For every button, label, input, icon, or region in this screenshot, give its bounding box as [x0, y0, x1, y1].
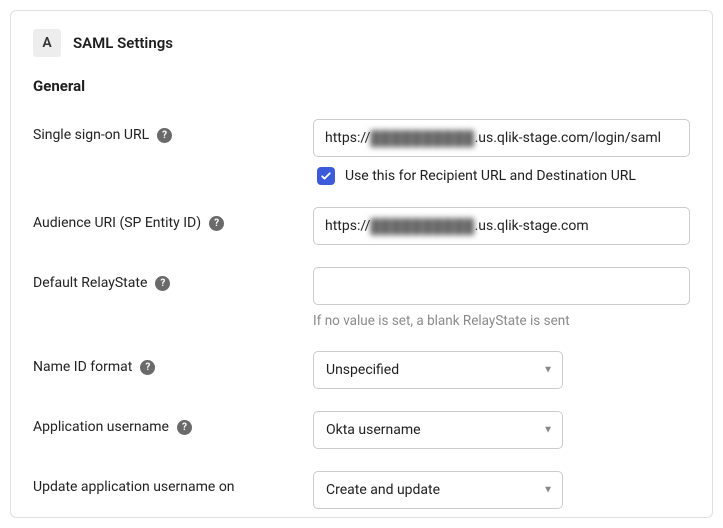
label-update-on-text: Update application username on [33, 479, 235, 495]
row-update-on: Update application username on Create an… [33, 471, 690, 509]
app-username-value: Okta username [326, 422, 421, 438]
label-sso-url-text: Single sign-on URL [33, 127, 149, 143]
name-id-format-value: Unspecified [326, 362, 399, 378]
check-icon [320, 170, 332, 182]
row-audience-uri: Audience URI (SP Entity ID) ? https://██… [33, 207, 690, 245]
update-on-value: Create and update [326, 482, 440, 498]
help-icon[interactable]: ? [155, 276, 170, 291]
name-id-format-select[interactable]: Unspecified [313, 351, 563, 389]
relay-state-input[interactable] [313, 267, 690, 305]
label-relay-state-text: Default RelayState [33, 275, 147, 291]
audience-uri-input[interactable] [313, 207, 690, 245]
label-app-username-text: Application username [33, 419, 169, 435]
section-title-general: General [33, 77, 690, 95]
sso-url-checkbox-row: Use this for Recipient URL and Destinati… [313, 167, 690, 185]
label-name-id-format: Name ID format ? [33, 351, 313, 375]
panel-title: SAML Settings [73, 34, 173, 52]
label-audience-uri-text: Audience URI (SP Entity ID) [33, 215, 201, 231]
app-username-select[interactable]: Okta username [313, 411, 563, 449]
help-icon[interactable]: ? [177, 420, 192, 435]
label-relay-state: Default RelayState ? [33, 267, 313, 291]
relay-state-hint: If no value is set, a blank RelayState i… [313, 313, 690, 329]
saml-settings-panel: A SAML Settings General Single sign-on U… [10, 10, 713, 518]
help-icon[interactable]: ? [209, 216, 224, 231]
help-icon[interactable]: ? [157, 128, 172, 143]
sso-url-input[interactable] [313, 119, 690, 157]
recipient-destination-label: Use this for Recipient URL and Destinati… [345, 168, 636, 184]
row-name-id-format: Name ID format ? Unspecified ▼ [33, 351, 690, 389]
row-sso-url: Single sign-on URL ? https://██████████.… [33, 119, 690, 185]
label-update-on: Update application username on [33, 471, 313, 495]
label-sso-url: Single sign-on URL ? [33, 119, 313, 143]
update-on-select[interactable]: Create and update [313, 471, 563, 509]
row-app-username: Application username ? Okta username ▼ [33, 411, 690, 449]
label-name-id-format-text: Name ID format [33, 359, 132, 375]
recipient-destination-checkbox[interactable] [317, 167, 335, 185]
row-relay-state: Default RelayState ? If no value is set,… [33, 267, 690, 329]
help-icon[interactable]: ? [140, 360, 155, 375]
panel-header: A SAML Settings [33, 29, 690, 57]
label-app-username: Application username ? [33, 411, 313, 435]
app-letter-badge: A [33, 29, 61, 57]
label-audience-uri: Audience URI (SP Entity ID) ? [33, 207, 313, 231]
